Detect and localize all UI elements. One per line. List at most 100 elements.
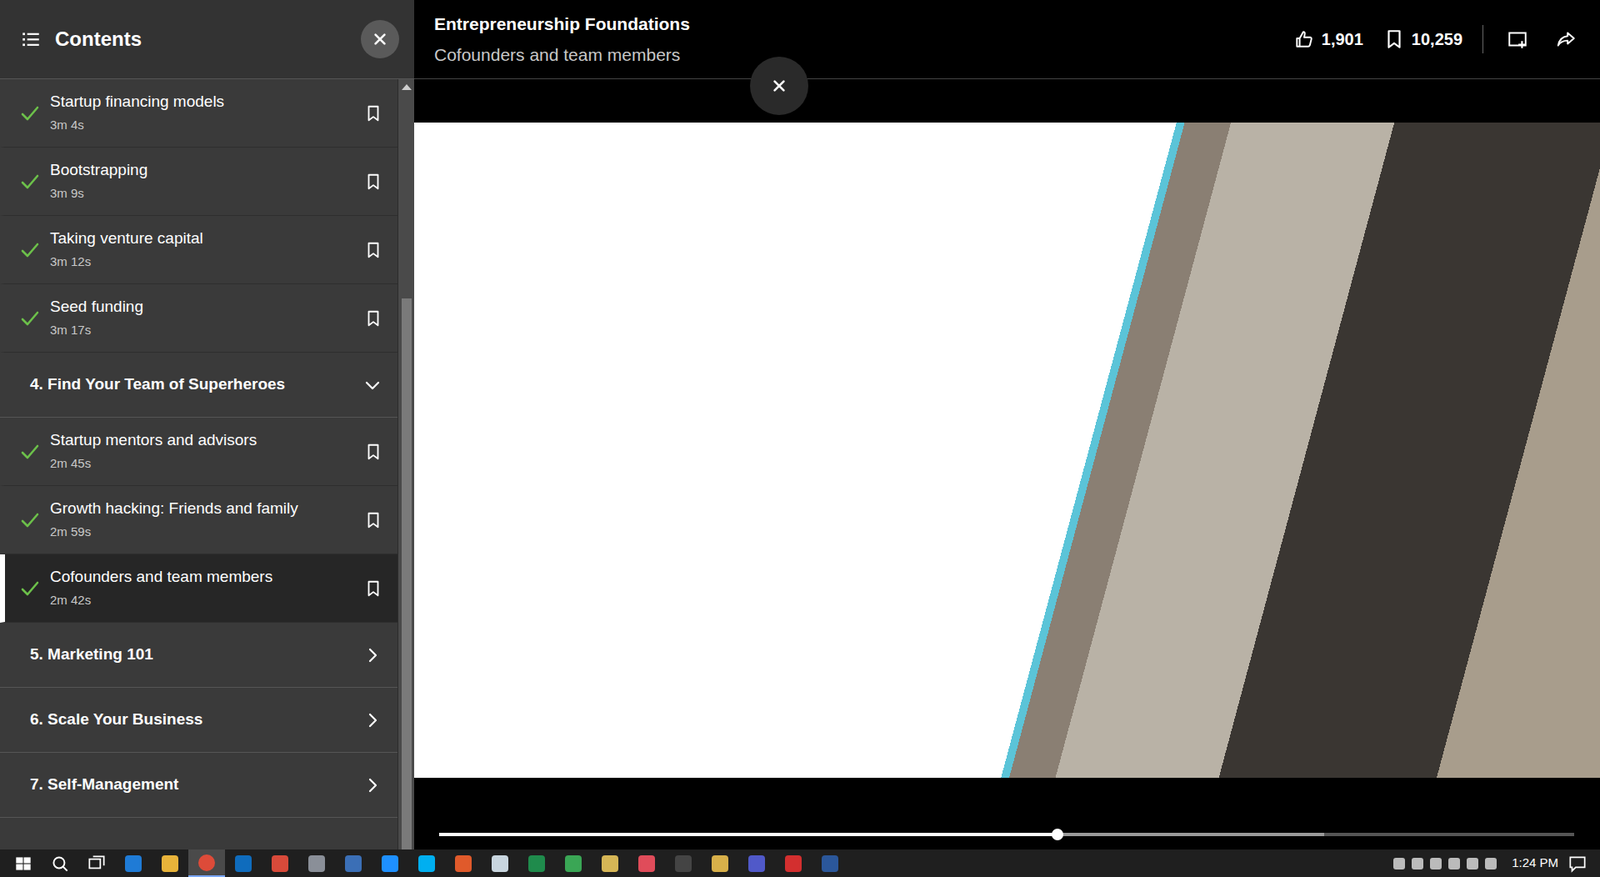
section-title[interactable]: 7. Self-Management	[30, 772, 363, 797]
scrollbar[interactable]	[397, 79, 415, 850]
tray-icon[interactable]	[1485, 857, 1497, 870]
taskbar-app-icon[interactable]	[225, 849, 262, 877]
lesson-item[interactable]: Startup mentors and advisors2m 45s	[0, 417, 398, 486]
taskbar-app-icon[interactable]	[408, 849, 445, 877]
section-title[interactable]: 5. Marketing 101	[30, 642, 363, 667]
save-button[interactable]: 10,259	[1383, 26, 1463, 52]
taskbar-app-icon[interactable]	[371, 849, 409, 877]
progress-track[interactable]	[439, 832, 1575, 836]
lesson-duration: 2m 42s	[50, 590, 365, 610]
close-contents-button[interactable]	[360, 20, 400, 59]
taskbar-app-icon[interactable]	[151, 849, 189, 877]
windows-icon[interactable]	[12, 852, 35, 875]
taskbar-app-icon[interactable]	[701, 849, 739, 877]
notification-icon[interactable]	[1566, 852, 1589, 875]
progress-fill	[439, 832, 1058, 836]
lesson-title[interactable]: Taking venture capital	[50, 228, 365, 250]
add-to-collection-icon[interactable]	[1506, 28, 1529, 50]
chevron-right-icon[interactable]	[362, 710, 383, 730]
app-icon	[601, 855, 619, 872]
taskbar-app-icon[interactable]	[445, 849, 482, 877]
lesson-title[interactable]: Startup financing models	[50, 91, 365, 113]
video-frame[interactable]	[414, 122, 1600, 778]
start-button[interactable]	[5, 849, 42, 877]
task-view-button[interactable]	[78, 849, 115, 877]
chevron-right-icon[interactable]	[362, 775, 383, 795]
chevron-down-icon[interactable]	[362, 375, 383, 395]
scroll-track[interactable]	[398, 94, 415, 850]
lesson-item[interactable]: Bootstrapping 3m 9s	[0, 147, 398, 216]
bookmark-icon[interactable]	[1383, 28, 1405, 50]
lesson-title[interactable]: Cofounders and team members	[50, 566, 365, 588]
app-icon	[345, 855, 362, 872]
taskbar-app-icon[interactable]	[665, 849, 702, 877]
taskbar-app-icon[interactable]	[591, 849, 629, 877]
section-title[interactable]: 4. Find Your Team of Superheroes	[30, 372, 363, 397]
taskbar-app-icon[interactable]	[555, 849, 592, 877]
tray-icon[interactable]	[1430, 857, 1442, 870]
taskbar-app-icon[interactable]	[518, 849, 555, 877]
tray-icon[interactable]	[1466, 857, 1479, 870]
close-icon	[369, 28, 391, 50]
app-icon	[418, 855, 435, 872]
lesson-title[interactable]: Bootstrapping	[50, 160, 365, 181]
lesson-item[interactable]: Growth hacking: Friends and family2m 59s	[0, 485, 398, 555]
scroll-thumb[interactable]	[401, 298, 412, 850]
bookmark-icon[interactable]	[364, 104, 383, 123]
lesson-item[interactable]: Seed funding3m 17s	[0, 284, 398, 353]
bookmark-icon[interactable]	[364, 579, 383, 598]
scroll-offset	[398, 94, 415, 299]
lesson-item[interactable]: Taking venture capital3m 12s	[0, 215, 398, 285]
taskbar-app-icon[interactable]	[775, 849, 812, 877]
taskbar-app-icon[interactable]	[481, 849, 519, 877]
bookmark-icon[interactable]	[364, 510, 383, 530]
share-icon[interactable]	[1555, 28, 1577, 50]
check-icon	[20, 510, 40, 530]
tray-icon[interactable]	[1393, 857, 1405, 870]
section-header[interactable]: 7. Self-Management	[0, 752, 398, 818]
bookmark-icon[interactable]	[364, 172, 383, 191]
taskbar-app-icon[interactable]	[628, 849, 665, 877]
lesson-item[interactable]: Startup financing models3m 4s	[0, 79, 398, 148]
lesson-title[interactable]: Growth hacking: Friends and family	[50, 498, 365, 520]
lesson-title[interactable]: Seed funding	[50, 296, 365, 318]
taskbar-app-icon[interactable]	[335, 849, 372, 877]
taskbar-app-icon[interactable]	[188, 849, 225, 877]
tray-icon[interactable]	[1411, 857, 1424, 870]
section-header[interactable]: 6. Scale Your Business	[0, 687, 398, 753]
lesson-duration: 3m 9s	[50, 184, 365, 204]
lesson-item[interactable]: Cofounders and team members2m 42s	[0, 554, 398, 623]
thumbs-up-icon[interactable]	[1293, 28, 1315, 50]
app-icon	[638, 855, 655, 872]
search-button[interactable]	[41, 849, 79, 877]
taskbar-app-icon[interactable]	[738, 849, 775, 877]
bookmark-icon[interactable]	[364, 442, 383, 461]
search-icon[interactable]	[49, 852, 71, 875]
section-header[interactable]: 5. Marketing 101	[0, 622, 398, 688]
taskbar-app-icon[interactable]	[811, 849, 849, 877]
taskbar-app-icon[interactable]	[115, 849, 152, 877]
section-title[interactable]: 6. Scale Your Business	[30, 707, 363, 732]
contents-title: Contents	[55, 24, 361, 55]
app-icon	[455, 855, 472, 872]
bookmark-icon[interactable]	[364, 309, 383, 328]
chevron-right-icon[interactable]	[362, 645, 383, 665]
scroll-up-icon[interactable]	[396, 76, 417, 97]
clock[interactable]: 1:24 PM	[1503, 853, 1567, 873]
progress-knob[interactable]	[1051, 828, 1064, 840]
check-icon	[20, 308, 40, 329]
like-button[interactable]: 1,901	[1293, 26, 1364, 52]
lesson-title[interactable]: Startup mentors and advisors	[50, 430, 365, 451]
lesson-duration: 3m 17s	[50, 320, 365, 340]
taskbar-app-icon[interactable]	[298, 849, 335, 877]
app-icon	[271, 855, 289, 872]
bookmark-icon[interactable]	[364, 240, 383, 260]
task-view-icon[interactable]	[85, 852, 108, 875]
tray-icon[interactable]	[1448, 857, 1460, 870]
check-icon	[20, 240, 40, 260]
save-count: 10,259	[1411, 26, 1463, 52]
close-video-button[interactable]	[750, 56, 809, 115]
course-title: Entrepreneurship Foundations	[434, 10, 1294, 38]
taskbar-app-icon[interactable]	[261, 849, 299, 877]
section-header[interactable]: 4. Find Your Team of Superheroes	[0, 352, 398, 418]
